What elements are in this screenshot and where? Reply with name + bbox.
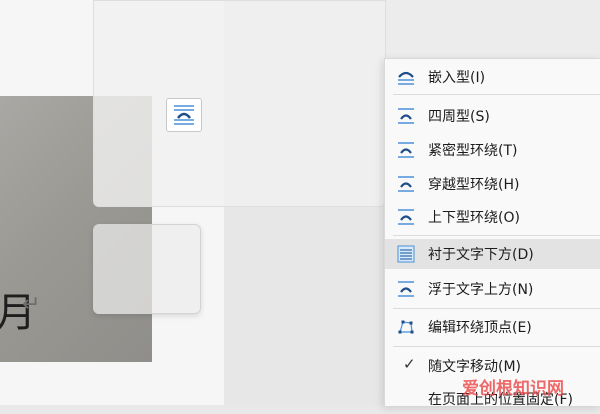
menu-item-label: 四周型(S) xyxy=(428,109,490,125)
menu-item-through[interactable]: 穿越型环绕(H) xyxy=(385,169,600,199)
wrap-tight-icon xyxy=(398,142,414,158)
menu-item-label: 穿越型环绕(H) xyxy=(428,177,520,193)
menu-item-label: 衬于文字下方(D) xyxy=(428,247,534,263)
wrap-options-icon xyxy=(174,105,194,125)
layout-options-panel-secondary xyxy=(93,224,201,314)
menu-item-label: 随文字移动(M) xyxy=(428,359,522,375)
menu-separator xyxy=(393,235,600,236)
menu-item-label: 紧密型环绕(T) xyxy=(428,143,518,159)
menu-item-behind-text[interactable]: 衬于文字下方(D) xyxy=(385,239,600,269)
wrap-inline-icon xyxy=(398,71,414,85)
in-front-of-text-icon xyxy=(398,281,414,297)
wrap-top-bottom-icon xyxy=(398,209,414,225)
menu-separator xyxy=(393,94,600,95)
menu-separator xyxy=(393,308,600,309)
layout-options-panel xyxy=(93,0,386,207)
wrap-text-context-menu: 嵌入型(I) 四周型(S) 紧密型环绕(T) 穿越型环绕(H) 上下型环绕(O)… xyxy=(384,58,600,408)
menu-item-tight[interactable]: 紧密型环绕(T) xyxy=(385,135,600,165)
watermark-text: 爱创根知识网 xyxy=(462,379,564,399)
layout-options-button[interactable] xyxy=(166,98,202,132)
paragraph-mark: ↵ xyxy=(22,292,41,317)
menu-item-label: 上下型环绕(O) xyxy=(428,210,520,226)
behind-text-icon xyxy=(397,245,415,263)
menu-item-in-front-of-text[interactable]: 浮于文字上方(N) xyxy=(385,274,600,304)
menu-item-inline[interactable]: 嵌入型(I) xyxy=(385,62,600,92)
menu-item-edit-wrap-points[interactable]: 编辑环绕顶点(E) xyxy=(385,312,600,342)
menu-item-square[interactable]: 四周型(S) xyxy=(385,101,600,131)
wrap-square-icon xyxy=(398,108,414,124)
menu-item-label: 嵌入型(I) xyxy=(428,70,486,86)
menu-item-label: 编辑环绕顶点(E) xyxy=(428,320,532,336)
check-icon: ✓ xyxy=(403,355,416,373)
menu-item-label: 浮于文字上方(N) xyxy=(428,282,534,298)
menu-separator xyxy=(393,346,600,347)
menu-item-top-bottom[interactable]: 上下型环绕(O) xyxy=(385,202,600,232)
edit-wrap-points-icon xyxy=(398,320,414,334)
wrap-through-icon xyxy=(398,176,414,192)
